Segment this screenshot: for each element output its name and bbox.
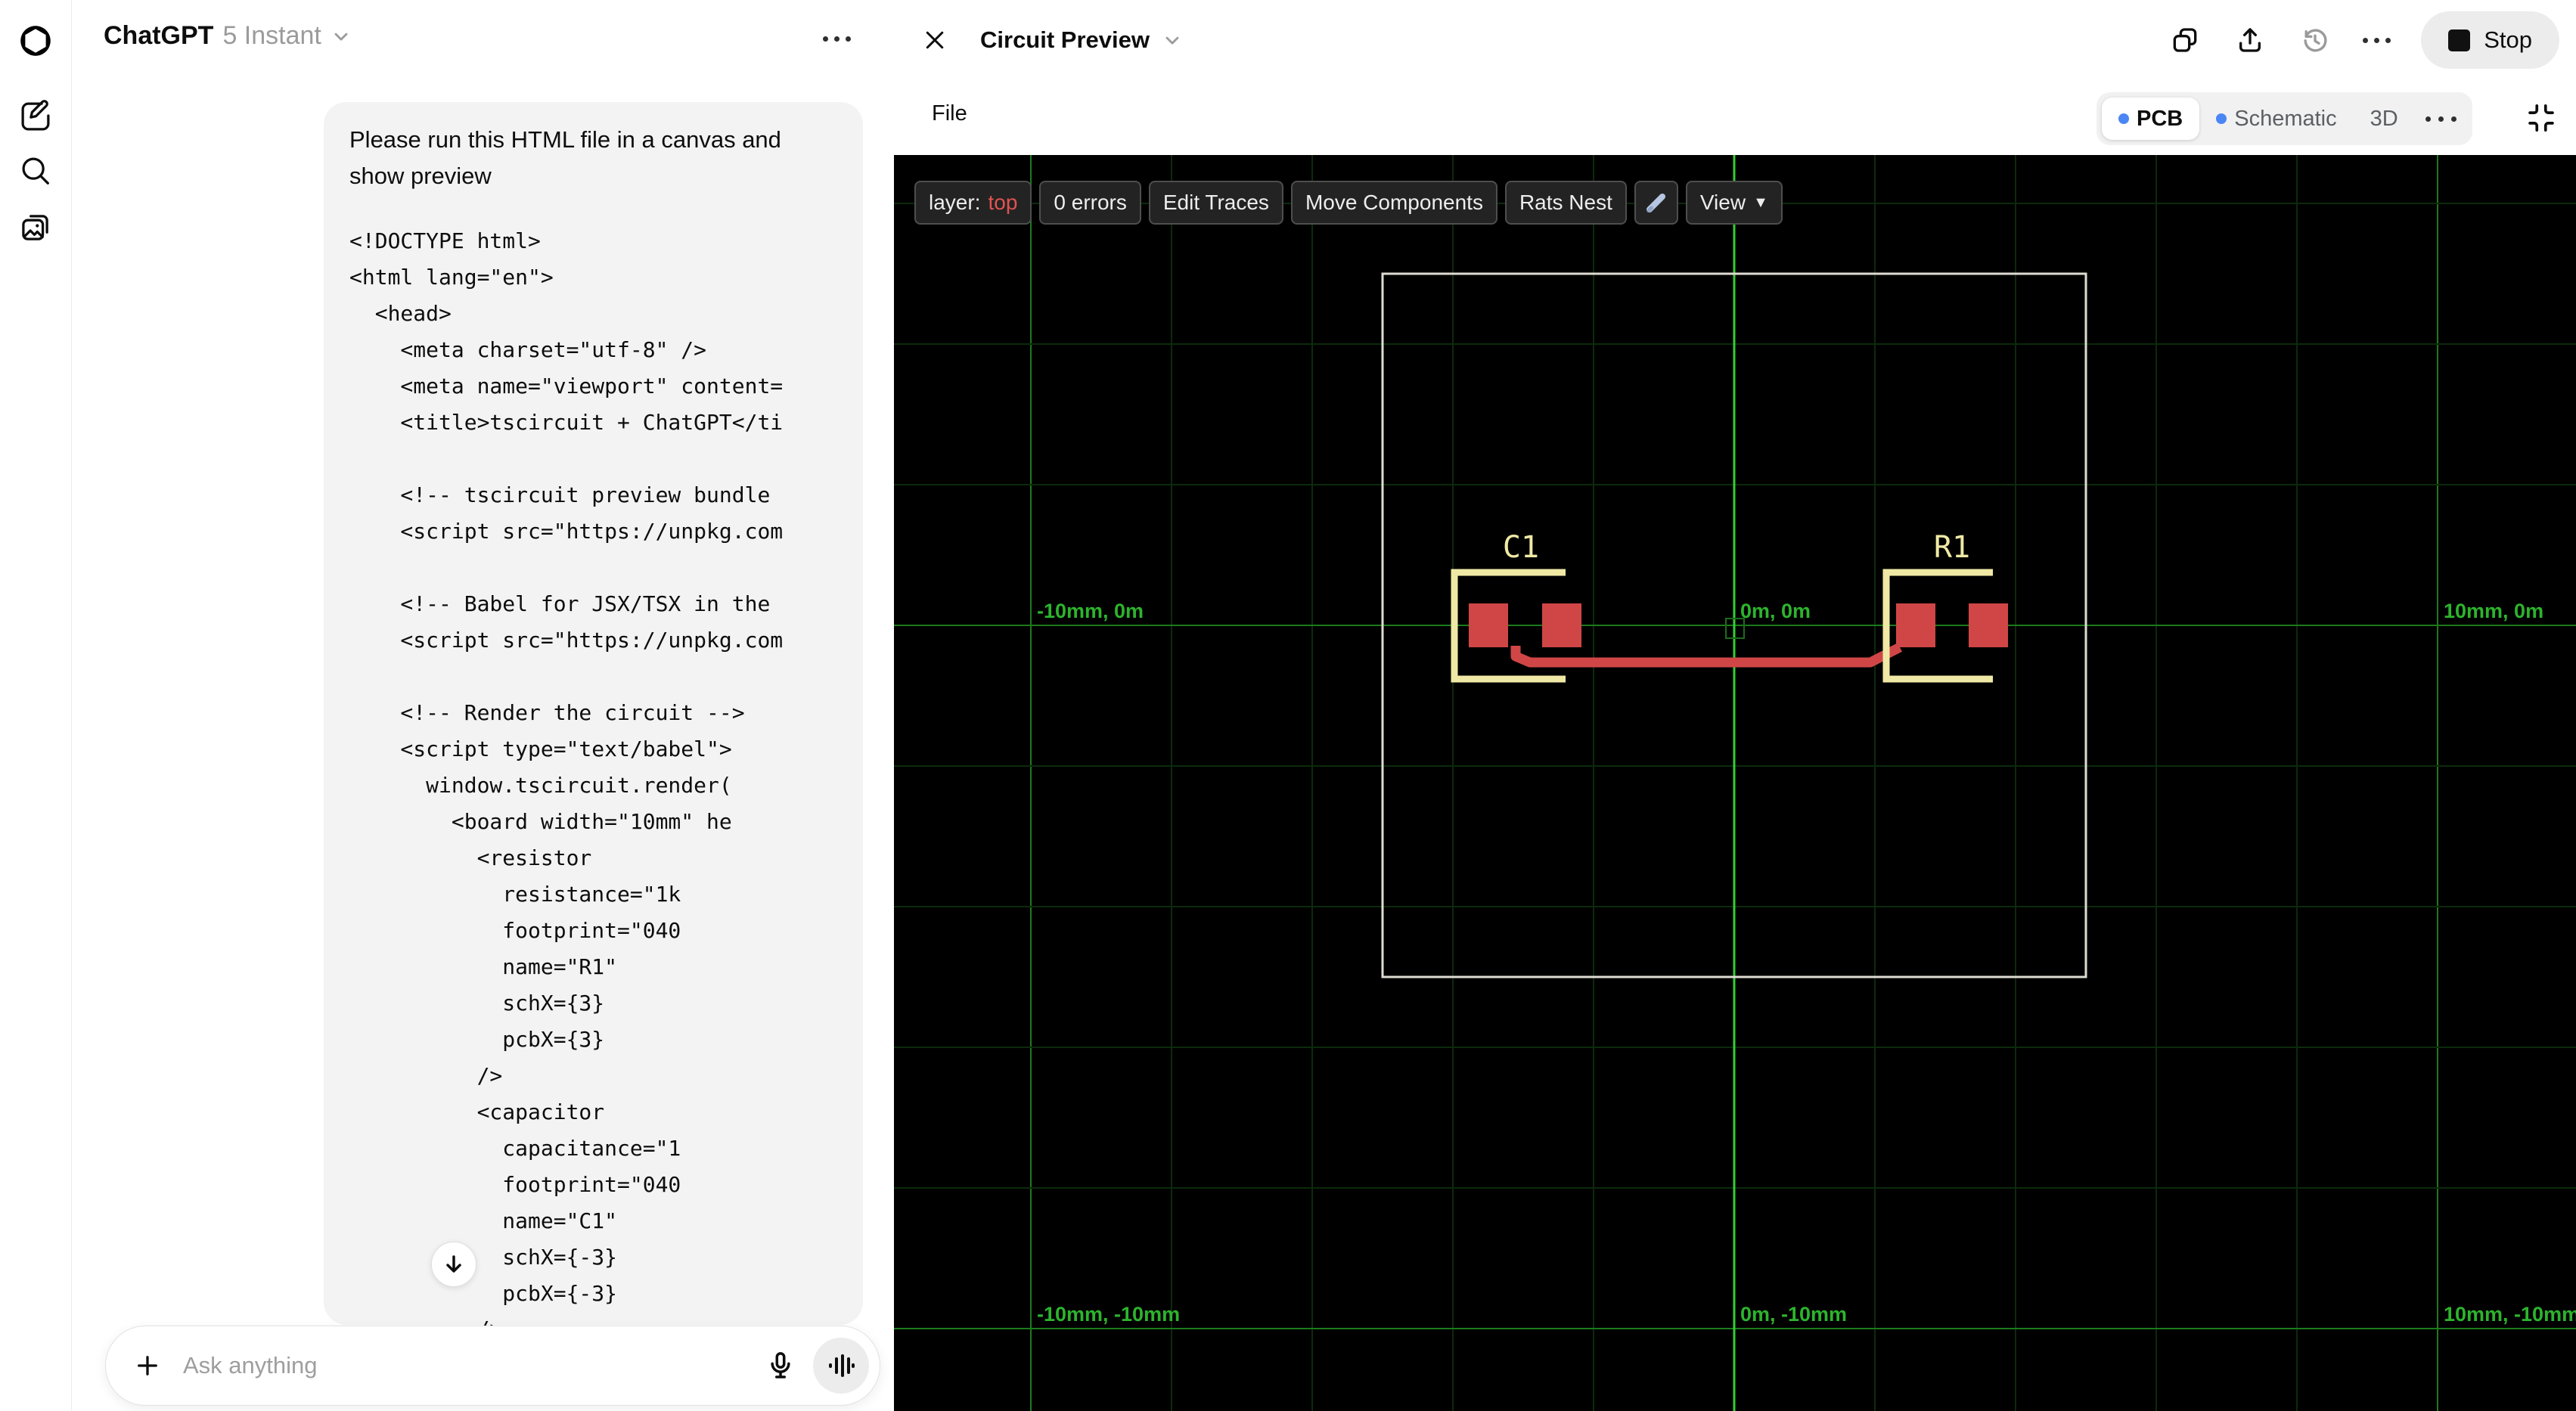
layer-button[interactable]: layer: top [914, 181, 1032, 225]
chevron-down-icon[interactable] [1162, 29, 1183, 51]
grid-label: -10mm, 0m [1037, 600, 1144, 622]
pad-r1-2[interactable] [1969, 603, 2008, 647]
stop-square-icon [2448, 29, 2471, 51]
caret-down-icon: ▼ [1753, 194, 1768, 211]
pcb-viewport[interactable]: C1 R1 -10mm, 0m 0m, 0m 10mm, 0m -10mm, -… [894, 155, 2576, 1411]
component-ref-c1[interactable]: C1 [1503, 530, 1539, 565]
collapse-icon[interactable] [2520, 97, 2562, 139]
share-icon[interactable] [2233, 23, 2267, 57]
move-components-button[interactable]: Move Components [1290, 181, 1497, 225]
chat-model-name: 5 Instant [222, 21, 321, 50]
canvas-title[interactable]: Circuit Preview [980, 26, 1150, 54]
tab-pcb[interactable]: PCB [2102, 98, 2200, 140]
voice-mode-button[interactable] [813, 1338, 869, 1394]
copy-icon[interactable] [2168, 23, 2202, 57]
grid-label: -10mm, -10mm [1037, 1303, 1180, 1326]
layer-value: top [988, 191, 1018, 214]
sidebar [0, 0, 72, 1411]
attach-plus-icon[interactable] [129, 1347, 166, 1385]
chat-model-selector[interactable]: ChatGPT 5 Instant [104, 21, 352, 51]
grid-label: 0m, -10mm [1740, 1303, 1847, 1326]
pcb-status-dot [2118, 113, 2129, 124]
schematic-status-dot [2216, 113, 2227, 124]
pencil-icon [1646, 194, 1665, 212]
user-message-code: <!DOCTYPE html> <html lang="en"> <head> … [349, 228, 784, 1306]
pad-r1-1[interactable] [1896, 603, 1935, 647]
edit-traces-button[interactable]: Edit Traces [1148, 181, 1283, 225]
new-chat-icon[interactable] [14, 95, 57, 138]
view-tabs: PCB Schematic 3D [2096, 92, 2472, 145]
grid-label: 10mm, 0m [2444, 600, 2543, 622]
microphone-icon[interactable] [762, 1347, 799, 1385]
history-icon[interactable] [2298, 23, 2332, 57]
component-ref-r1[interactable]: R1 [1934, 530, 1970, 565]
user-message-text: Please run this HTML file in a canvas an… [349, 126, 781, 189]
scroll-to-bottom-button[interactable] [431, 1242, 476, 1287]
more-options-icon[interactable] [2363, 37, 2391, 43]
pcb-toolbar: layer: top 0 errors Edit Traces Move Com… [914, 181, 1783, 225]
chevron-down-icon [334, 33, 348, 40]
grid-label: 10mm, -10mm [2444, 1303, 2576, 1326]
app-window: ChatGPT 5 Instant Please run this HTML f… [0, 0, 2576, 1411]
canvas-menubar: File PCB Schematic 3D [894, 80, 2576, 155]
pcb-drawing: C1 R1 -10mm, 0m 0m, 0m 10mm, 0m -10mm, -… [894, 155, 2576, 1411]
chatgpt-logo-icon [14, 20, 57, 62]
pcb-trace[interactable] [1510, 643, 1902, 668]
search-icon[interactable] [14, 150, 57, 192]
stop-button[interactable]: Stop [2421, 11, 2559, 69]
rats-nest-button[interactable]: Rats Nest [1504, 181, 1627, 225]
grid-label: 0m, 0m [1740, 600, 1811, 622]
pad-c1-1[interactable] [1469, 603, 1508, 647]
pencil-tool-button[interactable] [1634, 181, 1678, 225]
file-menu[interactable]: File [924, 97, 975, 131]
chat-app-title: ChatGPT [104, 21, 214, 50]
tabs-more-icon[interactable] [2415, 98, 2467, 140]
tab-schematic[interactable]: Schematic [2199, 98, 2353, 140]
user-message-bubble: Please run this HTML file in a canvas an… [324, 102, 863, 1325]
canvas-header: Circuit Preview Stop [894, 0, 2576, 80]
library-icon[interactable] [14, 206, 57, 248]
chat-options-icon[interactable] [823, 36, 851, 42]
errors-button[interactable]: 0 errors [1039, 181, 1141, 225]
chat-input[interactable] [183, 1352, 762, 1379]
view-dropdown-button[interactable]: View ▼ [1685, 181, 1783, 225]
pad-c1-2[interactable] [1542, 603, 1581, 647]
waveform-icon [829, 1354, 855, 1377]
canvas-panel: Circuit Preview Stop File PCB Schematic … [894, 0, 2576, 1411]
close-icon[interactable] [915, 20, 954, 60]
tab-3d[interactable]: 3D [2354, 98, 2415, 140]
chat-composer [105, 1326, 880, 1406]
